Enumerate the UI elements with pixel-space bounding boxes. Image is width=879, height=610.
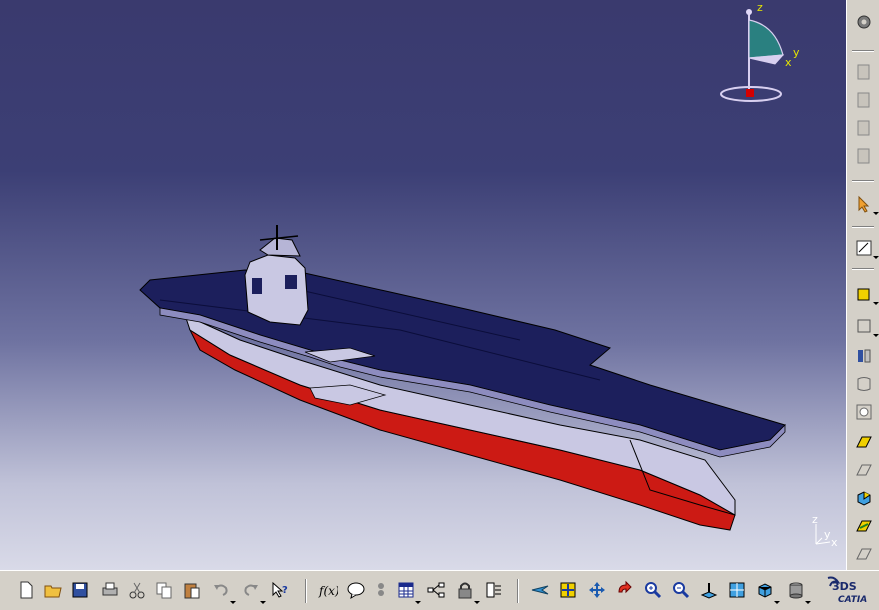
graph-icon[interactable] bbox=[424, 578, 448, 602]
sketch-icon[interactable] bbox=[852, 236, 879, 260]
compass-z-label: z bbox=[757, 1, 763, 14]
whats-this-icon[interactable]: ? bbox=[268, 578, 292, 602]
groove-icon[interactable] bbox=[852, 372, 876, 396]
knowledge-icon[interactable] bbox=[344, 578, 368, 602]
catia-logo-mark: 3DS bbox=[832, 580, 857, 593]
pan-icon[interactable] bbox=[585, 578, 609, 602]
shading-icon[interactable] bbox=[784, 578, 811, 604]
redo-icon[interactable] bbox=[239, 578, 266, 604]
3d-viewport[interactable]: z x y z x y bbox=[0, 0, 846, 570]
normal-view-icon[interactable] bbox=[697, 578, 721, 602]
right-toolbar bbox=[846, 0, 879, 570]
fly-icon[interactable] bbox=[528, 578, 552, 602]
copy-icon[interactable] bbox=[152, 578, 176, 602]
print-icon[interactable] bbox=[98, 578, 122, 602]
slot-icon[interactable] bbox=[852, 458, 876, 482]
stiffener-icon[interactable] bbox=[852, 542, 876, 566]
balloon-icon[interactable] bbox=[369, 578, 393, 602]
fit-all-icon[interactable] bbox=[556, 578, 580, 602]
open-icon[interactable] bbox=[41, 578, 65, 602]
paste-icon[interactable] bbox=[180, 578, 204, 602]
compass-y-label: y bbox=[793, 46, 800, 59]
save-icon[interactable] bbox=[68, 578, 92, 602]
compass-x-label: x bbox=[785, 56, 792, 69]
multi-view-icon[interactable] bbox=[725, 578, 749, 602]
table-icon[interactable] bbox=[394, 578, 421, 604]
svg-text:f(x): f(x) bbox=[318, 584, 338, 598]
rotate-icon[interactable] bbox=[613, 578, 637, 602]
hole-icon[interactable] bbox=[852, 400, 876, 424]
select-arrow-icon[interactable] bbox=[852, 192, 879, 216]
shaft-icon[interactable] bbox=[852, 344, 876, 368]
stiffener-icon[interactable] bbox=[852, 514, 876, 538]
axis-triad-icon: z x y bbox=[812, 513, 838, 549]
new-icon[interactable] bbox=[14, 578, 38, 602]
iso-view-icon[interactable] bbox=[753, 578, 780, 604]
mini-y-label: y bbox=[824, 528, 831, 541]
bottom-toolbar: ? f(x) 3DS CATIA bbox=[0, 570, 879, 610]
copy-icon[interactable] bbox=[852, 60, 876, 84]
pocket-icon[interactable] bbox=[852, 314, 879, 338]
zoom-out-icon[interactable] bbox=[669, 578, 693, 602]
formula-icon[interactable]: f(x) bbox=[316, 578, 340, 602]
mini-z-label: z bbox=[812, 513, 818, 526]
cut-icon[interactable] bbox=[125, 578, 149, 602]
copy-icon[interactable] bbox=[852, 116, 876, 140]
undo-icon[interactable] bbox=[209, 578, 236, 604]
lock-icon[interactable] bbox=[453, 578, 480, 604]
solid-icon[interactable] bbox=[852, 486, 876, 510]
catalog-icon[interactable] bbox=[482, 578, 506, 602]
mini-x-label: x bbox=[831, 536, 838, 549]
svg-text:?: ? bbox=[282, 585, 288, 596]
zoom-in-icon[interactable] bbox=[641, 578, 665, 602]
copy-icon[interactable] bbox=[852, 88, 876, 112]
compass-icon[interactable]: z x y bbox=[715, 0, 815, 110]
rib-icon[interactable] bbox=[852, 430, 876, 454]
copy-icon[interactable] bbox=[852, 144, 876, 168]
pad-icon[interactable] bbox=[852, 282, 879, 306]
gear-icon[interactable] bbox=[852, 10, 876, 34]
catia-logo-text: CATIA bbox=[838, 595, 868, 605]
